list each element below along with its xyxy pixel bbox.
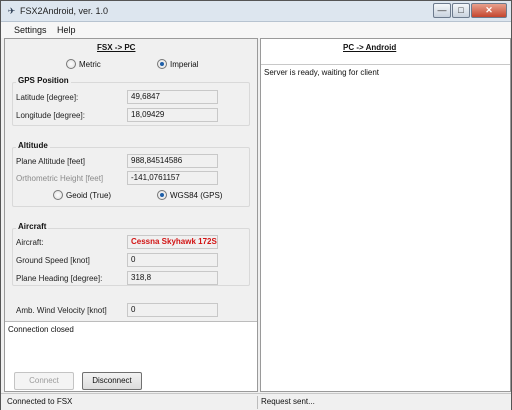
radio-circle bbox=[66, 59, 76, 69]
gps-group-title: GPS Position bbox=[16, 76, 71, 85]
longitude-field[interactable]: 18,09429 bbox=[127, 108, 218, 122]
ground-speed-field[interactable]: 0 bbox=[127, 253, 218, 267]
radio-circle-selected bbox=[157, 59, 167, 69]
plane-altitude-field[interactable]: 988,84514586 bbox=[127, 154, 218, 168]
radio-metric[interactable]: Metric bbox=[66, 59, 101, 69]
status-right: Request sent... bbox=[261, 397, 315, 406]
radio-imperial[interactable]: Imperial bbox=[157, 59, 198, 69]
left-log-text: Connection closed bbox=[8, 325, 74, 334]
status-divider bbox=[257, 396, 258, 409]
aircraft-field[interactable]: Cessna Skyhawk 172SP bbox=[127, 235, 218, 249]
ground-speed-label: Ground Speed [knot] bbox=[16, 256, 90, 265]
maximize-button[interactable]: □ bbox=[452, 3, 470, 18]
radio-label: Geoid (True) bbox=[66, 190, 112, 200]
status-left: Connected to FSX bbox=[7, 397, 73, 406]
aircraft-group-title: Aircraft bbox=[16, 222, 49, 231]
left-log-area[interactable]: Connection closed Connect Disconnect bbox=[5, 321, 257, 391]
panel-header-pc-android: PC -> Android bbox=[343, 43, 397, 52]
radio-circle-selected bbox=[157, 190, 167, 200]
radio-geoid[interactable]: Geoid (True) bbox=[53, 190, 111, 200]
latitude-field[interactable]: 49,6847 bbox=[127, 90, 218, 104]
radio-label: Metric bbox=[79, 59, 101, 69]
window-title: FSX2Android, ver. 1.0 bbox=[20, 6, 109, 16]
app-window: ✈ FSX2Android, ver. 1.0 — □ ✕ Settings H… bbox=[0, 0, 512, 410]
plane-icon: ✈ bbox=[7, 6, 16, 16]
radio-label: Imperial bbox=[170, 59, 199, 69]
connect-button[interactable]: Connect bbox=[14, 372, 74, 390]
radio-label: WGS84 (GPS) bbox=[170, 190, 223, 200]
pc-to-android-panel: PC -> Android Server is ready, waiting f… bbox=[260, 38, 511, 392]
menu-settings[interactable]: Settings bbox=[14, 25, 47, 35]
ortho-height-field[interactable]: -141,0761157 bbox=[127, 171, 218, 185]
disconnect-button[interactable]: Disconnect bbox=[82, 372, 142, 390]
plane-heading-field[interactable]: 318,8 bbox=[127, 271, 218, 285]
aircraft-label: Aircraft: bbox=[16, 238, 44, 247]
latitude-label: Latitude [degree]: bbox=[16, 93, 79, 102]
altitude-group-title: Altitude bbox=[16, 141, 50, 150]
fsx-to-pc-panel: FSX -> PC Metric Imperial GPS Position L… bbox=[4, 38, 258, 392]
radio-circle bbox=[53, 190, 63, 200]
plane-altitude-label: Plane Altitude [feet] bbox=[16, 157, 85, 166]
menu-bar: Settings Help bbox=[1, 22, 511, 38]
ortho-height-label: Orthometric Height [feet] bbox=[16, 174, 104, 183]
wind-velocity-field[interactable]: 0 bbox=[127, 303, 218, 317]
close-button[interactable]: ✕ bbox=[471, 3, 507, 18]
divider bbox=[261, 64, 510, 65]
radio-wgs84[interactable]: WGS84 (GPS) bbox=[157, 190, 222, 200]
minimize-button[interactable]: — bbox=[433, 3, 451, 18]
panel-header-fsx-pc: FSX -> PC bbox=[97, 43, 136, 52]
title-bar: ✈ FSX2Android, ver. 1.0 — □ ✕ bbox=[1, 1, 511, 22]
wind-velocity-label: Amb. Wind Velocity [knot] bbox=[16, 306, 107, 315]
plane-heading-label: Plane Heading [degree]: bbox=[16, 274, 103, 283]
longitude-label: Longitude [degree]: bbox=[16, 111, 85, 120]
right-log-text: Server is ready, waiting for client bbox=[264, 68, 380, 77]
status-bar: Connected to FSX Request sent... bbox=[1, 393, 511, 410]
menu-help[interactable]: Help bbox=[57, 25, 76, 35]
